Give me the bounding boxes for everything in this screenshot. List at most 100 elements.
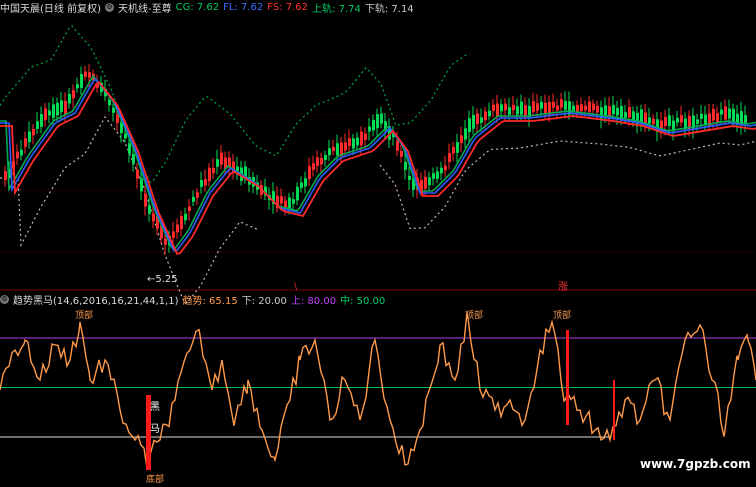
value-cg: CG: 7.62 bbox=[175, 1, 220, 13]
dark-horse-char: 马 bbox=[150, 423, 160, 435]
candle-body bbox=[128, 143, 131, 154]
candle-body bbox=[540, 101, 543, 109]
candle-body bbox=[216, 159, 219, 167]
candle-body bbox=[352, 138, 355, 149]
stock-chart-canvas[interactable]: ←5.25\ 涨顶部 顶部 顶部底部黑马www.7gpzb.com bbox=[0, 0, 756, 487]
candle-body bbox=[200, 179, 203, 187]
candle-body bbox=[488, 110, 491, 117]
candle-body bbox=[732, 108, 735, 123]
candle-body bbox=[496, 103, 499, 117]
signal-bar bbox=[613, 380, 615, 440]
candle-body bbox=[536, 103, 539, 111]
candle-body bbox=[324, 155, 327, 161]
value-high: 上: 80.00 bbox=[290, 295, 337, 307]
indicator-panel-title[interactable]: 趋势黑马(14,6,2016,16,21,44,1,1) bbox=[13, 292, 179, 307]
candle-body bbox=[124, 133, 127, 139]
candle-body bbox=[292, 199, 295, 204]
candle-body bbox=[432, 173, 435, 179]
candle-body bbox=[492, 104, 495, 111]
candle-body bbox=[408, 175, 411, 180]
candle-body bbox=[192, 196, 195, 202]
value-upper: 上轨: 7.74 bbox=[312, 3, 361, 15]
candle-body bbox=[400, 150, 403, 157]
value-fs: FS: 7.62 bbox=[267, 1, 309, 13]
candle-body bbox=[348, 138, 351, 146]
candle-body bbox=[288, 197, 291, 209]
candle-body bbox=[312, 163, 315, 170]
candle-body bbox=[508, 107, 511, 115]
candle-body bbox=[720, 109, 723, 115]
candle-body bbox=[44, 108, 47, 121]
candle-body bbox=[504, 103, 507, 111]
candle-body bbox=[580, 104, 583, 112]
candle-body bbox=[204, 179, 207, 186]
candle-body bbox=[76, 84, 79, 89]
candle-body bbox=[648, 117, 651, 124]
candle-body bbox=[596, 105, 599, 113]
settings-gear-icon[interactable]: ⚙ bbox=[104, 2, 114, 12]
candle-body bbox=[188, 206, 191, 212]
candle-body bbox=[448, 153, 451, 163]
candle-body bbox=[28, 131, 31, 143]
candle-body bbox=[180, 216, 183, 229]
candle-body bbox=[612, 105, 615, 115]
candle-body bbox=[356, 137, 359, 146]
candle-body bbox=[328, 148, 331, 156]
candle-body bbox=[424, 176, 427, 189]
settings-gear-icon[interactable]: ⚙ bbox=[0, 294, 9, 304]
candle-body bbox=[220, 152, 223, 165]
candle-body bbox=[132, 154, 135, 164]
candle-body bbox=[668, 115, 671, 126]
candle-body bbox=[532, 101, 535, 112]
candle-body bbox=[440, 167, 443, 174]
candle-body bbox=[80, 74, 83, 88]
top-label: 顶部 bbox=[553, 309, 571, 321]
candle-body bbox=[108, 99, 111, 106]
indicator-name[interactable]: 天机线-至尊 bbox=[118, 0, 172, 15]
candle-body bbox=[456, 142, 459, 153]
candle-body bbox=[148, 205, 151, 214]
candle-body bbox=[20, 149, 23, 156]
candle-body bbox=[428, 177, 431, 186]
candle-body bbox=[592, 103, 595, 111]
candle-body bbox=[624, 112, 627, 118]
candle-body bbox=[588, 101, 591, 113]
candle-body bbox=[32, 129, 35, 136]
candle-body bbox=[140, 178, 143, 192]
candle-body bbox=[308, 166, 311, 180]
candle-body bbox=[680, 115, 683, 123]
candle-body bbox=[436, 171, 439, 179]
candle-body bbox=[48, 110, 51, 116]
candle-body bbox=[520, 101, 523, 115]
candle-body bbox=[724, 106, 727, 120]
main-panel-header: 中国天晨(日线 前复权) ⚙ 天机线-至尊 CG: 7.62 FL: 7.62 … bbox=[0, 0, 418, 15]
candle-body bbox=[304, 178, 307, 187]
candle-body bbox=[628, 106, 631, 118]
candle-body bbox=[164, 238, 167, 245]
candle-body bbox=[404, 161, 407, 170]
value-mid: 中: 50.00 bbox=[340, 295, 386, 307]
candle-body bbox=[284, 200, 287, 208]
candle-body bbox=[372, 119, 375, 131]
indicator-panel-header: ⚙ 趋势黑马(14,6,2016,16,21,44,1,1) 趋势: 65.15… bbox=[0, 292, 389, 307]
candle-body bbox=[472, 114, 475, 129]
candle-body bbox=[444, 165, 447, 171]
candle-body bbox=[460, 135, 463, 143]
candle-body bbox=[364, 133, 367, 141]
candle-body bbox=[368, 126, 371, 132]
candle-body bbox=[544, 102, 547, 114]
candle-body bbox=[584, 105, 587, 111]
candle-body bbox=[112, 107, 115, 113]
candle-body bbox=[52, 104, 55, 118]
candle-body bbox=[84, 71, 87, 77]
candle-body bbox=[196, 192, 199, 198]
candle-body bbox=[512, 104, 515, 111]
candle-body bbox=[556, 105, 559, 111]
top-label: 顶部 bbox=[465, 309, 483, 321]
candle-body bbox=[208, 167, 211, 182]
candle-body bbox=[144, 193, 147, 207]
low-price-marker: ←5.25 bbox=[147, 274, 178, 285]
candle-body bbox=[152, 213, 155, 222]
candle-body bbox=[136, 169, 139, 179]
candle-body bbox=[564, 100, 567, 110]
